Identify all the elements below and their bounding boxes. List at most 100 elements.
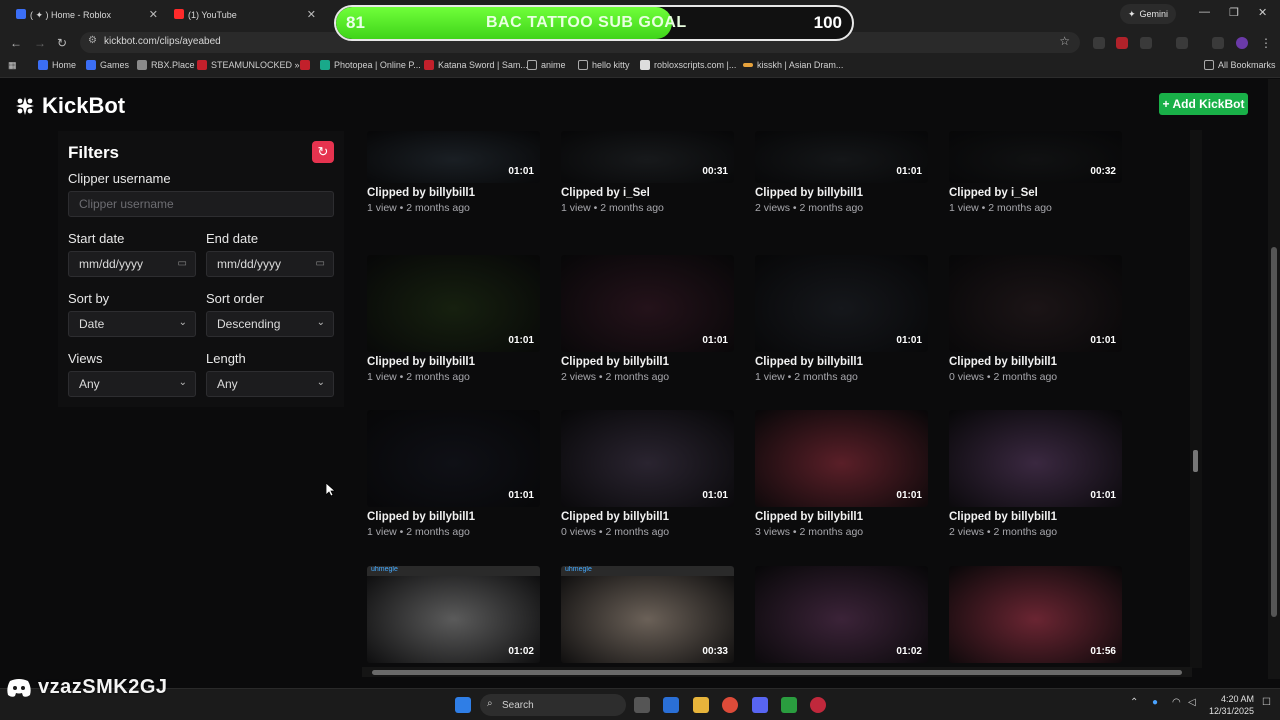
bookmark-games[interactable]: Games bbox=[86, 60, 129, 70]
minimize-icon[interactable]: — bbox=[1199, 6, 1210, 18]
cast-icon[interactable] bbox=[1176, 37, 1188, 49]
bookmark-home[interactable]: Home bbox=[38, 60, 76, 70]
bookmark-katana[interactable]: Katana Sword | Sam... bbox=[424, 60, 528, 70]
tray-chevron-icon[interactable]: ⌃ bbox=[1130, 697, 1138, 708]
clip-thumbnail[interactable]: 01:01 bbox=[755, 255, 928, 352]
reset-filters-button[interactable]: ↻ bbox=[312, 141, 334, 163]
tab-roblox[interactable]: ( ✦ ) Home - Roblox ✕ bbox=[16, 4, 158, 26]
clip-title[interactable]: Clipped by billybill1 bbox=[561, 356, 669, 368]
clip-title[interactable]: Clipped by billybill1 bbox=[367, 356, 475, 368]
sort-order-select[interactable]: Descending ⌄ bbox=[206, 311, 334, 337]
bookmark-rbxplace[interactable]: RBX.Place bbox=[137, 60, 195, 70]
clip-thumbnail[interactable]: 01:56 bbox=[949, 566, 1122, 663]
microphone-icon[interactable]: ● bbox=[1152, 697, 1158, 708]
clip-title[interactable]: Clipped by billybill1 bbox=[755, 187, 863, 199]
wifi-icon[interactable]: ◠ bbox=[1172, 697, 1181, 708]
apps-grid-icon[interactable]: ▦ bbox=[8, 60, 17, 71]
opera-icon[interactable] bbox=[810, 697, 826, 713]
clip-title[interactable]: Clipped by i_Sel bbox=[561, 187, 650, 199]
views-select[interactable]: Any ⌄ bbox=[68, 371, 196, 397]
site-info-icon[interactable]: ⚙ bbox=[88, 35, 97, 46]
clip-thumbnail[interactable]: uhmegle 00:33 bbox=[561, 566, 734, 663]
volume-icon[interactable]: ◁ bbox=[1188, 697, 1196, 708]
clip-thumbnail[interactable]: 01:01 bbox=[949, 255, 1122, 352]
clip-title[interactable]: Clipped by billybill1 bbox=[755, 511, 863, 523]
calendar-icon[interactable]: ▭ bbox=[316, 258, 325, 269]
clip-thumbnail[interactable]: 01:01 bbox=[561, 410, 734, 507]
clip-thumbnail[interactable]: 01:01 bbox=[755, 410, 928, 507]
page-scrollbar[interactable] bbox=[1268, 79, 1280, 679]
bookmark-folder-anime[interactable]: anime bbox=[527, 60, 566, 70]
discord-icon[interactable] bbox=[752, 697, 768, 713]
clip-duration: 01:01 bbox=[1090, 490, 1116, 501]
clip-title[interactable]: Clipped by billybill1 bbox=[949, 511, 1057, 523]
clip-thumbnail[interactable]: 01:01 bbox=[755, 131, 928, 183]
bookmark-steamunlocked[interactable]: STEAMUNLOCKED »... bbox=[197, 60, 307, 70]
clip-thumbnail[interactable]: 01:01 bbox=[367, 131, 540, 183]
clip-thumbnail[interactable]: 01:01 bbox=[367, 255, 540, 352]
add-kickbot-button[interactable]: + Add KickBot bbox=[1159, 93, 1248, 115]
taskbar-clock[interactable]: 4:20 AM 12/31/2025 bbox=[1206, 693, 1254, 717]
calendar-icon[interactable]: ▭ bbox=[178, 258, 187, 269]
extension-icon[interactable] bbox=[1116, 37, 1128, 49]
tab-youtube[interactable]: (1) YouTube ✕ bbox=[174, 4, 316, 26]
end-date-value: mm/dd/yyyy bbox=[217, 257, 282, 271]
bookmark-star-icon[interactable]: ☆ bbox=[1059, 34, 1070, 48]
file-explorer-icon[interactable] bbox=[693, 697, 709, 713]
scrollbar-thumb[interactable] bbox=[372, 670, 1182, 675]
scrollbar-thumb[interactable] bbox=[1271, 247, 1277, 617]
app-icon[interactable] bbox=[663, 697, 679, 713]
bookmark-photopea[interactable]: Photopea | Online P... bbox=[320, 60, 421, 70]
extension-icon[interactable] bbox=[1093, 37, 1105, 49]
taskbar-search[interactable]: ⌕ Search bbox=[480, 694, 626, 716]
clip-title[interactable]: Clipped by billybill1 bbox=[367, 187, 475, 199]
scrollbar-thumb[interactable] bbox=[1193, 450, 1198, 472]
gemini-button[interactable]: ✦ Gemini bbox=[1120, 4, 1176, 24]
horizontal-scrollbar[interactable] bbox=[362, 667, 1192, 677]
end-date-input[interactable]: mm/dd/yyyy ▭ bbox=[206, 251, 334, 277]
clip-thumbnail[interactable]: 01:02 bbox=[755, 566, 928, 663]
clip-thumbnail[interactable]: 00:32 bbox=[949, 131, 1122, 183]
clips-scrollbar[interactable] bbox=[1190, 130, 1202, 668]
chrome-icon[interactable] bbox=[722, 697, 738, 713]
clipper-username-input[interactable]: Clipper username bbox=[68, 191, 334, 217]
app-icon[interactable] bbox=[781, 697, 797, 713]
length-select[interactable]: Any ⌄ bbox=[206, 371, 334, 397]
notifications-icon[interactable]: ☐ bbox=[1262, 697, 1271, 708]
menu-kebab-icon[interactable]: ⋮ bbox=[1260, 36, 1272, 50]
clip-title[interactable]: Clipped by i_Sel bbox=[949, 187, 1038, 199]
clip-title[interactable]: Clipped by billybill1 bbox=[367, 511, 475, 523]
download-icon[interactable] bbox=[1212, 37, 1224, 49]
clip-thumbnail[interactable]: uhmegle 01:02 bbox=[367, 566, 540, 663]
clip-title[interactable]: Clipped by billybill1 bbox=[755, 356, 863, 368]
clip-title[interactable]: Clipped by billybill1 bbox=[561, 511, 669, 523]
back-icon[interactable]: ← bbox=[10, 36, 22, 50]
close-tab-icon[interactable]: ✕ bbox=[307, 8, 316, 21]
bookmark-kisskh[interactable]: kisskh | Asian Dram... bbox=[743, 60, 843, 70]
task-view-icon[interactable] bbox=[634, 697, 650, 713]
start-date-input[interactable]: mm/dd/yyyy ▭ bbox=[68, 251, 196, 277]
sort-by-select[interactable]: Date ⌄ bbox=[68, 311, 196, 337]
clip-thumbnail[interactable]: 01:01 bbox=[949, 410, 1122, 507]
profile-avatar[interactable] bbox=[1236, 37, 1248, 49]
start-date-value: mm/dd/yyyy bbox=[79, 257, 144, 271]
bookmark-label: All Bookmarks bbox=[1218, 60, 1276, 70]
forward-icon[interactable]: → bbox=[34, 36, 46, 50]
kickbot-logo[interactable]: KickBot bbox=[14, 93, 125, 119]
reload-icon[interactable]: ↻ bbox=[57, 36, 67, 50]
close-tab-icon[interactable]: ✕ bbox=[149, 8, 158, 21]
sort-order-label: Sort order bbox=[206, 291, 264, 306]
bookmark-unnamed[interactable] bbox=[300, 60, 310, 70]
all-bookmarks[interactable]: All Bookmarks bbox=[1204, 60, 1276, 70]
clip-thumbnail[interactable]: 01:01 bbox=[367, 410, 540, 507]
bookmark-robloxscripts[interactable]: robloxscripts.com |... bbox=[640, 60, 736, 70]
close-window-icon[interactable]: ✕ bbox=[1258, 6, 1267, 19]
bookmark-folder-hello-kitty[interactable]: hello kitty bbox=[578, 60, 630, 70]
windows-start-icon[interactable] bbox=[455, 697, 471, 713]
maximize-icon[interactable]: ❐ bbox=[1229, 6, 1239, 19]
bookmark-label: Games bbox=[100, 60, 130, 70]
extensions-puzzle-icon[interactable] bbox=[1140, 37, 1152, 49]
clip-thumbnail[interactable]: 01:01 bbox=[561, 255, 734, 352]
clip-thumbnail[interactable]: 00:31 bbox=[561, 131, 734, 183]
clip-title[interactable]: Clipped by billybill1 bbox=[949, 356, 1057, 368]
